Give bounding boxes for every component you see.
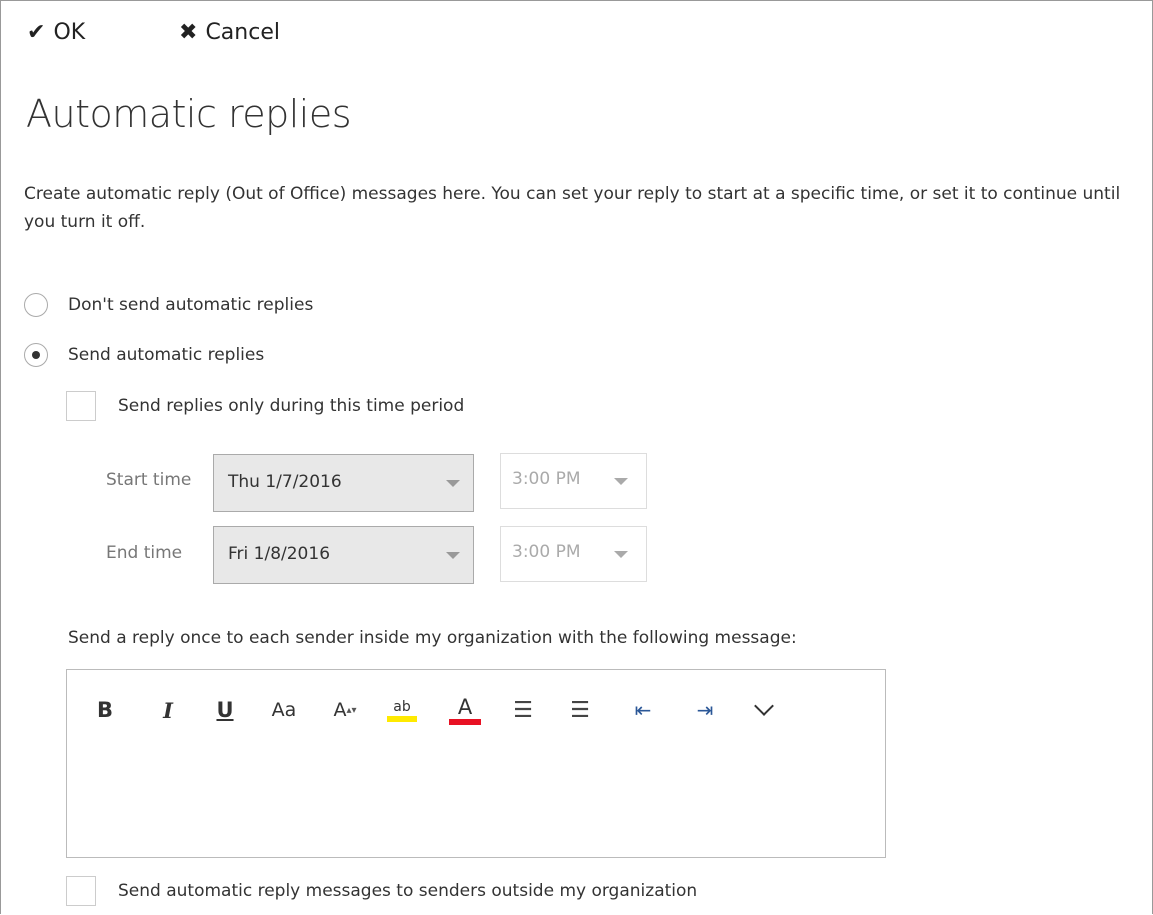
numbering-button[interactable]: ☰ [565, 690, 595, 730]
end-time-value: 3:00 PM [512, 542, 581, 562]
increase-indent-icon: ⇥ [696, 698, 714, 722]
underline-icon: U [216, 698, 234, 722]
underline-button[interactable]: U [212, 690, 238, 730]
highlight-color-bar [387, 715, 417, 722]
chevron-down-icon [754, 696, 774, 716]
font-icon: Aa [271, 699, 297, 721]
highlight-button[interactable]: ab [386, 690, 418, 730]
dont-send-option[interactable]: Don't send automatic replies [24, 293, 313, 317]
start-time-select[interactable]: 3:00 PM [500, 453, 647, 509]
numbered-list-icon: ☰ [570, 697, 590, 723]
send-radio[interactable] [24, 343, 48, 367]
dont-send-label: Don't send automatic replies [68, 295, 314, 315]
bullets-button[interactable]: ☰ [508, 690, 538, 730]
bold-button[interactable]: B [92, 690, 118, 730]
font-color-button[interactable]: A [448, 690, 482, 730]
italic-button[interactable]: I [155, 690, 181, 730]
size-arrows-icon: ▴▾ [346, 704, 357, 716]
font-size-icon: A [333, 699, 347, 721]
font-color-icon: A [457, 695, 473, 719]
time-period-checkbox[interactable] [66, 391, 96, 421]
end-date-picker[interactable]: Fri 1/8/2016 [213, 526, 474, 584]
outside-label: Send automatic reply messages to senders… [118, 881, 698, 901]
start-time-value: 3:00 PM [512, 469, 581, 489]
highlight-icon: ab [393, 698, 411, 715]
font-color-bar [449, 719, 481, 725]
ok-button[interactable]: ✔ OK [27, 20, 85, 45]
time-period-option[interactable]: Send replies only during this time perio… [66, 391, 464, 421]
time-period-label: Send replies only during this time perio… [118, 396, 465, 416]
checkmark-icon: ✔ [27, 20, 46, 45]
end-date-value: Fri 1/8/2016 [228, 544, 331, 564]
chevron-down-icon [446, 552, 460, 559]
increase-indent-button[interactable]: ⇥ [688, 690, 722, 730]
start-date-value: Thu 1/7/2016 [228, 472, 342, 492]
decrease-indent-button[interactable]: ⇤ [626, 690, 660, 730]
cancel-button[interactable]: ✖ Cancel [179, 20, 280, 45]
outside-option[interactable]: Send automatic reply messages to senders… [66, 876, 697, 906]
bold-icon: B [96, 698, 113, 722]
end-time-select[interactable]: 3:00 PM [500, 526, 647, 582]
inside-message-label: Send a reply once to each sender inside … [68, 628, 797, 648]
close-icon: ✖ [179, 20, 198, 45]
chevron-down-icon [614, 551, 628, 558]
chevron-down-icon [614, 478, 628, 485]
send-option[interactable]: Send automatic replies [24, 343, 264, 367]
font-size-button[interactable]: A ▴▾ [330, 690, 360, 730]
page-title: Automatic replies [26, 92, 352, 136]
send-label: Send automatic replies [68, 345, 265, 365]
bulleted-list-icon: ☰ [513, 697, 533, 723]
end-time-label: End time [106, 543, 183, 563]
page-description: Create automatic reply (Out of Office) m… [24, 184, 1121, 232]
start-date-picker[interactable]: Thu 1/7/2016 [213, 454, 474, 512]
outside-checkbox[interactable] [66, 876, 96, 906]
font-button[interactable]: Aa [265, 690, 303, 730]
start-time-label: Start time [106, 470, 192, 490]
cancel-label: Cancel [205, 20, 280, 45]
more-formatting-button[interactable] [750, 690, 778, 730]
dont-send-radio[interactable] [24, 293, 48, 317]
chevron-down-icon [446, 480, 460, 487]
italic-icon: I [163, 697, 173, 723]
ok-label: OK [53, 20, 86, 45]
decrease-indent-icon: ⇤ [634, 698, 652, 722]
